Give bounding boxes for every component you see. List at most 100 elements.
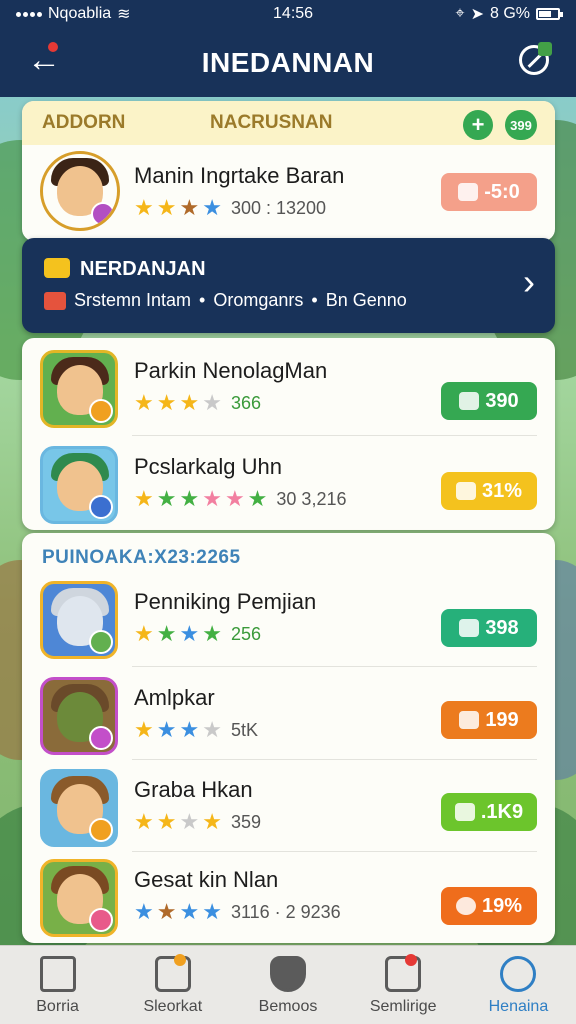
breadcrumb-item[interactable]: Oromganrs (213, 290, 303, 311)
add-button[interactable]: + (463, 110, 493, 140)
star-icon: ★ (179, 717, 200, 742)
back-button[interactable]: ← (24, 40, 64, 80)
item-rating: ★ ★ ★ ★ ★ ★ 30 3,216 (134, 488, 346, 510)
price-button[interactable]: .1K9 (441, 793, 537, 831)
item-stats: 300 : 13200 (230, 197, 327, 218)
list-item[interactable]: Parkin NenolagMan ★ ★ ★ ★ 366 390 (22, 340, 555, 436)
breadcrumb-separator: • (311, 290, 318, 310)
list-item[interactable]: Amlpkar ★ ★ ★ ★ 5tK 199 (22, 667, 555, 763)
star-icon: ★ (247, 486, 268, 511)
star-icon: ★ (156, 899, 177, 924)
nav-item-home[interactable]: Borria (0, 946, 115, 1024)
app-header: Nqoablia ≋ 14:56 ⌖ ➤ 8 G% ← INEDANNAN (0, 0, 576, 97)
price-label: 31% (481, 479, 523, 502)
price-label: 398 (485, 616, 519, 639)
star-icon: ★ (156, 717, 177, 742)
notification-dot (404, 954, 417, 966)
star-icon: ★ (179, 486, 200, 511)
item-stats: 30 3,216 (276, 488, 347, 509)
section-title: PUINOAKA:X23:2265 (42, 547, 241, 568)
item-stats: 256 (230, 623, 261, 644)
item-rating: ★ ★ ★ ★ 5tK (134, 719, 258, 741)
star-icon: ★ (156, 195, 177, 220)
nav-item-profile[interactable]: Henaina (461, 946, 576, 1024)
item-stats: 3116 · 2 9236 (230, 901, 341, 922)
star-icon: ★ (134, 195, 154, 220)
item-rating: ★ ★ ★ ★ 256 (134, 623, 261, 645)
pancake-icon (459, 711, 480, 729)
chest-icon (455, 482, 476, 500)
nav-label: Semlirige (369, 998, 437, 1015)
nav-label: Bemoos (258, 998, 318, 1015)
item-rating: ★ ★ ★ ★ 3116 · 2 9236 (134, 901, 341, 923)
star-icon: ★ (202, 390, 222, 415)
treasure-icon (44, 258, 70, 278)
breadcrumb-item[interactable]: Srstemn Intam (74, 290, 191, 311)
nav-item-shield[interactable]: Bemoos (230, 946, 345, 1024)
star-icon: ★ (134, 717, 154, 742)
list-item[interactable]: Graba Hkan ★ ★ ★ ★ 359 .1K9 (22, 759, 555, 855)
star-icon: ★ (134, 390, 154, 415)
item-name: Amlpkar (134, 685, 215, 710)
featured-card: ADDORN NACRUSNAN + 399 Manin Ingrtake Ba… (22, 101, 555, 241)
item-stats: 359 (230, 811, 261, 832)
star-icon: ★ (156, 390, 177, 415)
banner-title: NERDANJAN (80, 258, 206, 280)
home-icon (39, 956, 76, 992)
star-icon: ★ (179, 390, 200, 415)
avatar (40, 350, 118, 428)
avatar (40, 581, 118, 659)
breadcrumb-item[interactable]: Bn Genno (326, 290, 407, 311)
price-button[interactable]: 199 (441, 701, 537, 739)
category-banner[interactable]: NERDANJAN Srstemn Intam • Oromganrs • Bn… (22, 238, 555, 333)
share-button[interactable] (514, 40, 554, 80)
price-label: 390 (485, 389, 519, 412)
item-stats: 5tK (230, 719, 258, 740)
list-item[interactable]: Penniking Pemjian ★ ★ ★ ★ 256 398 (22, 571, 555, 667)
gem-icon (459, 392, 480, 410)
signal-icon (16, 11, 42, 17)
profile-icon (500, 956, 537, 992)
count-badge: 399 (505, 110, 537, 140)
list-item[interactable]: Gesat kin Nlan ★ ★ ★ ★ 3116 · 2 9236 19% (22, 849, 555, 943)
star-icon: ★ (202, 621, 222, 646)
nav-item-settings[interactable]: Semlirige (346, 946, 461, 1024)
price-button[interactable]: 390 (441, 382, 537, 420)
list-item[interactable]: Manin Ingrtake Baran ★ ★ ★ ★ 300 : 13200… (22, 145, 555, 241)
star-icon: ★ (202, 486, 222, 511)
price-label: 199 (485, 708, 519, 731)
nav-label: Henaina (488, 998, 549, 1015)
price-button[interactable]: 19% (441, 887, 537, 925)
list-item[interactable]: Pcslarkalg Uhn ★ ★ ★ ★ ★ ★ 30 3,216 31% (22, 436, 555, 530)
shield-icon (270, 956, 306, 992)
star-icon: ★ (134, 621, 154, 646)
item-name: Penniking Pemjian (134, 589, 317, 614)
clock-icon (455, 897, 476, 915)
avatar (40, 859, 118, 937)
wifi-icon: ≋ (117, 6, 131, 23)
star-icon: ★ (156, 621, 177, 646)
chevron-right-icon: › (523, 261, 535, 302)
nav-label: Borria (36, 998, 79, 1015)
card-header-left-label: ADDORN (42, 112, 126, 133)
featured-card-header: ADDORN NACRUSNAN + 399 (22, 101, 555, 145)
leaf-icon (454, 803, 475, 821)
price-button[interactable]: -5:0 (441, 173, 537, 211)
star-icon: ★ (179, 195, 200, 220)
price-button[interactable]: 398 (441, 609, 537, 647)
bottom-navigation: Borria Sleorkat Bemoos Semlirige Henaina (0, 945, 576, 1024)
price-label: -5:0 (484, 180, 520, 203)
notification-dot (46, 40, 60, 54)
nav-item-store[interactable]: Sleorkat (115, 946, 230, 1024)
avatar (40, 677, 118, 755)
status-bar: Nqoablia ≋ 14:56 ⌖ ➤ 8 G% (0, 0, 576, 28)
nav-label: Sleorkat (143, 998, 203, 1015)
avatar (40, 446, 118, 524)
item-rating: ★ ★ ★ ★ 300 : 13200 (134, 197, 326, 219)
star-icon: ★ (202, 899, 222, 924)
share-badge (538, 42, 552, 56)
clock: 14:56 (273, 5, 314, 22)
price-button[interactable]: 31% (441, 472, 537, 510)
item-name: Manin Ingrtake Baran (134, 163, 345, 188)
leaf-icon (459, 619, 480, 637)
